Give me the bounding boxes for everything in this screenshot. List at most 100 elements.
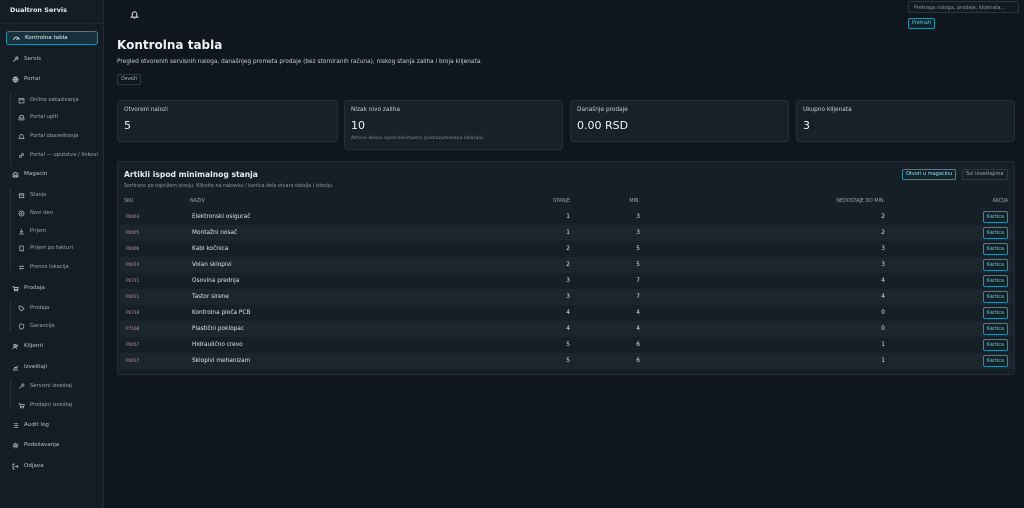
- link-icon: [18, 152, 25, 159]
- sidebar-item-prijem[interactable]: Prijem: [14, 224, 98, 238]
- sidebar-item-label: Magacin: [24, 171, 48, 177]
- sku-cell: P7108: [126, 326, 140, 331]
- users-icon: [12, 343, 19, 350]
- topbar: Pretraga naloga, prodaje, klijenata... P…: [105, 0, 1024, 31]
- calendar-icon: [18, 97, 25, 104]
- sidebar-item-label: Podešavanja: [24, 442, 60, 448]
- notifications-bell-icon[interactable]: [130, 10, 139, 19]
- sidebar-item-klijenti[interactable]: Klijenti: [6, 339, 98, 353]
- stock-card-button[interactable]: Kartica: [982, 227, 1008, 239]
- missing-cell: 3: [881, 262, 885, 268]
- missing-cell: 0: [881, 310, 885, 316]
- stock-cell: 4: [566, 310, 570, 316]
- sidebar-item-label: Novi deo: [30, 210, 53, 216]
- min-cell: 3: [636, 230, 640, 236]
- shield-icon: [18, 322, 25, 330]
- missing-cell: 2: [881, 230, 885, 236]
- stock-card-button[interactable]: Kartica: [982, 243, 1008, 255]
- stock-card-button[interactable]: Kartica: [982, 323, 1008, 335]
- missing-cell: 4: [881, 294, 885, 300]
- table-row: P0005 Montažni nosač 1 3 2 Kartica: [120, 225, 1014, 241]
- stock-card-button[interactable]: Kartica: [982, 307, 1008, 319]
- sidebar-item-izve-taji[interactable]: Izveštaji: [6, 360, 98, 374]
- missing-cell: 2: [881, 214, 885, 220]
- sku-cell: P0003: [126, 214, 140, 219]
- stock-cell: 1: [566, 214, 570, 220]
- sidebar-item-prodaja[interactable]: Prodaja: [14, 301, 98, 315]
- page-title: Kontrolna tabla: [117, 38, 223, 52]
- cart-icon: [18, 402, 25, 409]
- search-button[interactable]: Pretraži: [908, 18, 936, 29]
- stock-card-button[interactable]: Kartica: [982, 259, 1008, 271]
- stock-card-button[interactable]: Kartica: [982, 211, 1008, 223]
- min-cell: 6: [636, 358, 640, 364]
- sidebar-item-label: Prodaja: [30, 305, 50, 311]
- sidebar-item-odjava[interactable]: Odjava: [6, 459, 98, 473]
- card-label: Nizak nivo zaliha: [351, 107, 400, 113]
- sidebar-item-portal-obave-tenja[interactable]: Portal obaveštenja: [14, 129, 98, 143]
- warehouse-icon: [12, 171, 19, 178]
- sidebar-item-label: Portal obaveštenja: [30, 133, 79, 139]
- min-cell: 7: [636, 294, 640, 300]
- sidebar-item-prodajni-izve-taj[interactable]: Prodajni izveštaj: [14, 398, 98, 412]
- sidebar-item-portal-uputstva-linkovi[interactable]: Portal — uputstva / linkovi: [14, 146, 98, 164]
- logout-icon: [12, 463, 19, 470]
- name-cell: Volan sklopivi: [192, 262, 232, 268]
- all-reports-button[interactable]: Svi izveštajima: [962, 169, 1008, 180]
- sku-cell: P0006: [126, 246, 140, 251]
- sidebar-item-servis[interactable]: Servis: [6, 52, 98, 66]
- stock-card-button[interactable]: Kartica: [982, 355, 1008, 367]
- sidebar-item-label: Kontrolna tabla: [25, 35, 68, 41]
- sidebar-item-kontrolna-tabla[interactable]: Kontrolna tabla: [6, 31, 98, 45]
- sidebar-item-label: Portal upiti: [30, 114, 59, 120]
- open-in-warehouse-button[interactable]: Otvori u magacinu: [902, 169, 957, 180]
- wrench-icon: [12, 56, 19, 63]
- sidebar-item-portal-upiti[interactable]: Portal upiti: [14, 110, 98, 124]
- sidebar-item-pode-avanja[interactable]: Podešavanja: [6, 438, 98, 452]
- sidebar-item-label: Audit log: [24, 422, 49, 428]
- wrench-icon: [18, 383, 25, 390]
- search-input[interactable]: Pretraga naloga, prodaje, klijenata...: [908, 1, 1019, 13]
- brand-name: Dualtron Servis: [0, 0, 103, 24]
- sku-cell: P0057: [126, 342, 140, 347]
- stock-cell: 4: [566, 326, 570, 332]
- sku-cell: P0718: [126, 310, 140, 315]
- card-value: 10: [351, 119, 365, 132]
- sidebar-item-magacin[interactable]: Magacin: [6, 167, 98, 181]
- sidebar-item-label: Servisni izveštaj: [30, 383, 72, 389]
- stock-cell: 3: [566, 294, 570, 300]
- stock-cell: 5: [566, 342, 570, 348]
- stock-cell: 1: [566, 230, 570, 236]
- header-name: NAZIV: [190, 199, 205, 204]
- submenu-guide-line: [10, 93, 11, 166]
- list-icon: [12, 422, 19, 429]
- sidebar-item-novi-deo[interactable]: Novi deo: [14, 206, 98, 220]
- refresh-button[interactable]: Osveži: [117, 74, 141, 85]
- table-header: SKU NAZIV STANJE MIN. NEDOSTAJE DO MIN. …: [118, 199, 1016, 209]
- name-cell: Elektronski osigurač: [192, 214, 251, 220]
- sidebar-item-servisni-izve-taj[interactable]: Servisni izveštaj: [14, 379, 98, 393]
- sidebar-item-audit-log[interactable]: Audit log: [6, 418, 98, 432]
- sidebar-item-prenos-lokacija[interactable]: Prenos lokacija: [14, 260, 98, 274]
- stock-card-button[interactable]: Kartica: [982, 339, 1008, 351]
- submenu-guide-line: [10, 188, 11, 271]
- name-cell: Kontrolna ploča PCB: [192, 310, 251, 316]
- sidebar-item-prodaja[interactable]: Prodaja: [6, 281, 98, 295]
- sidebar-item-online-zakazivanja[interactable]: Online zakazivanja: [14, 93, 98, 107]
- header-missing: NEDOSTAJE DO MIN.: [836, 199, 885, 204]
- sidebar-item-portal[interactable]: Portal: [6, 72, 98, 86]
- card-value: 3: [803, 119, 810, 132]
- card-value: 5: [124, 119, 131, 132]
- stock-card-button[interactable]: Kartica: [982, 291, 1008, 303]
- sidebar-item-prijem-po-fakturi[interactable]: Prijem po fakturi: [14, 241, 98, 255]
- globe-icon: [12, 76, 19, 83]
- card-label: Otvoreni nalozi: [124, 107, 168, 113]
- sidebar-item-label: Prijem po fakturi: [30, 245, 73, 251]
- bell-icon: [18, 133, 25, 140]
- submenu-guide-line: [10, 379, 11, 410]
- stock-card-button[interactable]: Kartica: [982, 275, 1008, 287]
- chart-icon: [12, 364, 19, 371]
- sidebar-item-stanje[interactable]: Stanje: [14, 188, 98, 202]
- sidebar-item-garancije[interactable]: Garancije: [14, 319, 98, 333]
- cart-icon: [12, 285, 19, 292]
